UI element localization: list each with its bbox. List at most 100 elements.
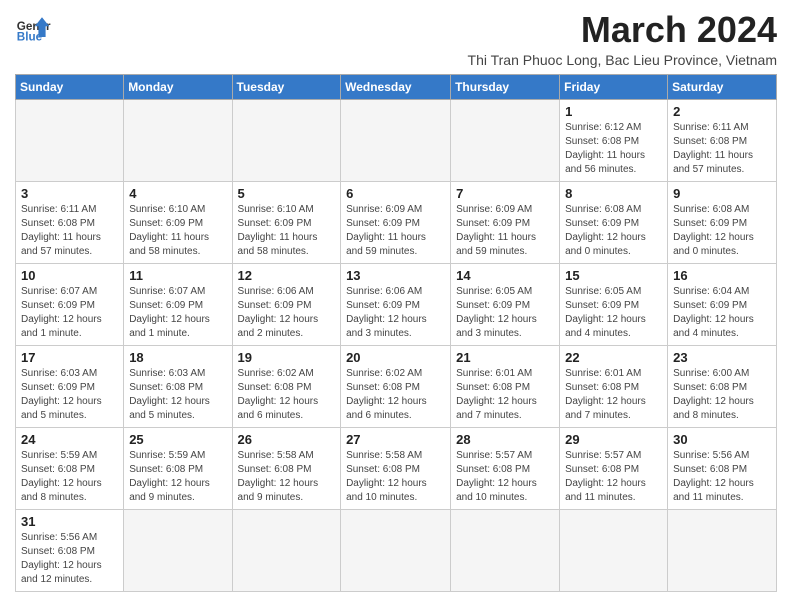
calendar-cell: 17Sunrise: 6:03 AM Sunset: 6:09 PM Dayli… [16, 345, 124, 427]
calendar-cell [451, 509, 560, 591]
calendar-table: SundayMondayTuesdayWednesdayThursdayFrid… [15, 74, 777, 592]
day-info: Sunrise: 5:58 AM Sunset: 6:08 PM Dayligh… [346, 449, 445, 505]
day-number: 7 [456, 186, 554, 201]
day-info: Sunrise: 6:01 AM Sunset: 6:08 PM Dayligh… [565, 367, 662, 423]
day-number: 23 [673, 350, 771, 365]
day-number: 31 [21, 514, 118, 529]
calendar-cell: 24 Sunrise: 5:59 AM Sunset: 6:08 PM Dayli… [16, 427, 124, 509]
day-number: 19 [238, 350, 336, 365]
calendar-cell: 30 Sunrise: 5:56 AM Sunset: 6:08 PM Dayli… [668, 427, 777, 509]
day-info: Sunrise: 6:08 AM Sunset: 6:09 PM Dayligh… [673, 203, 771, 259]
day-number: 15 [565, 268, 662, 283]
calendar-cell: 12Sunrise: 6:06 AM Sunset: 6:09 PM Dayli… [232, 263, 341, 345]
calendar-cell: 11Sunrise: 6:07 AM Sunset: 6:09 PM Dayli… [124, 263, 232, 345]
day-number: 10 [21, 268, 118, 283]
calendar-week-row: 17Sunrise: 6:03 AM Sunset: 6:09 PM Dayli… [16, 345, 777, 427]
day-number: 22 [565, 350, 662, 365]
day-info: Sunrise: 6:11 AM Sunset: 6:08 PM Dayligh… [21, 203, 118, 259]
day-number: 4 [129, 186, 226, 201]
day-info: Sunrise: 6:02 AM Sunset: 6:08 PM Dayligh… [346, 367, 445, 423]
day-info: Sunrise: 6:10 AM Sunset: 6:09 PM Dayligh… [238, 203, 336, 259]
calendar-cell: 20 Sunrise: 6:02 AM Sunset: 6:08 PM Dayli… [341, 345, 451, 427]
calendar-cell [16, 99, 124, 181]
day-info: Sunrise: 6:06 AM Sunset: 6:09 PM Dayligh… [238, 285, 336, 341]
calendar-cell [232, 509, 341, 591]
calendar-cell: 16 Sunrise: 6:04 AM Sunset: 6:09 PM Dayli… [668, 263, 777, 345]
calendar-cell: 5 Sunrise: 6:10 AM Sunset: 6:09 PM Daylig… [232, 181, 341, 263]
logo: General Blue [15, 10, 51, 46]
day-number: 24 [21, 432, 118, 447]
day-number: 26 [238, 432, 336, 447]
day-number: 14 [456, 268, 554, 283]
calendar-cell: 7 Sunrise: 6:09 AM Sunset: 6:09 PM Daylig… [451, 181, 560, 263]
calendar-cell: 29Sunrise: 5:57 AM Sunset: 6:08 PM Dayli… [560, 427, 668, 509]
calendar-cell: 18Sunrise: 6:03 AM Sunset: 6:08 PM Dayli… [124, 345, 232, 427]
day-header-wednesday: Wednesday [341, 74, 451, 99]
day-header-tuesday: Tuesday [232, 74, 341, 99]
calendar-cell: 8Sunrise: 6:08 AM Sunset: 6:09 PM Daylig… [560, 181, 668, 263]
calendar-cell: 13Sunrise: 6:06 AM Sunset: 6:09 PM Dayli… [341, 263, 451, 345]
day-info: Sunrise: 6:07 AM Sunset: 6:09 PM Dayligh… [21, 285, 118, 341]
day-info: Sunrise: 5:59 AM Sunset: 6:08 PM Dayligh… [21, 449, 118, 505]
calendar-cell [668, 509, 777, 591]
day-number: 3 [21, 186, 118, 201]
day-number: 13 [346, 268, 445, 283]
day-header-friday: Friday [560, 74, 668, 99]
day-number: 16 [673, 268, 771, 283]
calendar-cell: 14 Sunrise: 6:05 AM Sunset: 6:09 PM Dayli… [451, 263, 560, 345]
day-info: Sunrise: 6:12 AM Sunset: 6:08 PM Dayligh… [565, 121, 662, 177]
day-info: Sunrise: 6:02 AM Sunset: 6:08 PM Dayligh… [238, 367, 336, 423]
day-info: Sunrise: 6:10 AM Sunset: 6:09 PM Dayligh… [129, 203, 226, 259]
calendar-cell: 26Sunrise: 5:58 AM Sunset: 6:08 PM Dayli… [232, 427, 341, 509]
calendar-cell: 25Sunrise: 5:59 AM Sunset: 6:08 PM Dayli… [124, 427, 232, 509]
day-info: Sunrise: 6:09 AM Sunset: 6:09 PM Dayligh… [456, 203, 554, 259]
day-header-saturday: Saturday [668, 74, 777, 99]
day-info: Sunrise: 6:09 AM Sunset: 6:09 PM Dayligh… [346, 203, 445, 259]
calendar-cell [560, 509, 668, 591]
day-info: Sunrise: 6:00 AM Sunset: 6:08 PM Dayligh… [673, 367, 771, 423]
calendar-cell [451, 99, 560, 181]
day-header-thursday: Thursday [451, 74, 560, 99]
day-number: 9 [673, 186, 771, 201]
calendar-cell: 4 Sunrise: 6:10 AM Sunset: 6:09 PM Daylig… [124, 181, 232, 263]
calendar-cell: 21 Sunrise: 6:01 AM Sunset: 6:08 PM Dayli… [451, 345, 560, 427]
header: General Blue March 2024 Thi Tran Phuoc L… [15, 10, 777, 68]
day-number: 20 [346, 350, 445, 365]
day-number: 25 [129, 432, 226, 447]
calendar-cell: 23 Sunrise: 6:00 AM Sunset: 6:08 PM Dayli… [668, 345, 777, 427]
logo-icon: General Blue [15, 10, 51, 46]
day-number: 5 [238, 186, 336, 201]
calendar-cell: 6 Sunrise: 6:09 AM Sunset: 6:09 PM Daylig… [341, 181, 451, 263]
day-number: 30 [673, 432, 771, 447]
day-number: 11 [129, 268, 226, 283]
day-info: Sunrise: 6:11 AM Sunset: 6:08 PM Dayligh… [673, 121, 771, 177]
calendar-cell: 2 Sunrise: 6:11 AM Sunset: 6:08 PM Daylig… [668, 99, 777, 181]
day-info: Sunrise: 6:05 AM Sunset: 6:09 PM Dayligh… [456, 285, 554, 341]
day-info: Sunrise: 6:08 AM Sunset: 6:09 PM Dayligh… [565, 203, 662, 259]
day-info: Sunrise: 6:04 AM Sunset: 6:09 PM Dayligh… [673, 285, 771, 341]
subtitle: Thi Tran Phuoc Long, Bac Lieu Province, … [468, 52, 777, 68]
day-number: 6 [346, 186, 445, 201]
calendar-cell [341, 99, 451, 181]
day-info: Sunrise: 6:01 AM Sunset: 6:08 PM Dayligh… [456, 367, 554, 423]
day-number: 27 [346, 432, 445, 447]
day-info: Sunrise: 5:57 AM Sunset: 6:08 PM Dayligh… [456, 449, 554, 505]
calendar-cell: 1Sunrise: 6:12 AM Sunset: 6:08 PM Daylig… [560, 99, 668, 181]
day-number: 2 [673, 104, 771, 119]
day-info: Sunrise: 5:56 AM Sunset: 6:08 PM Dayligh… [21, 531, 118, 587]
calendar-cell: 22 Sunrise: 6:01 AM Sunset: 6:08 PM Dayli… [560, 345, 668, 427]
day-number: 21 [456, 350, 554, 365]
calendar-week-row: 24 Sunrise: 5:59 AM Sunset: 6:08 PM Dayli… [16, 427, 777, 509]
day-number: 18 [129, 350, 226, 365]
title-area: March 2024 Thi Tran Phuoc Long, Bac Lieu… [468, 10, 777, 68]
calendar-cell: 27 Sunrise: 5:58 AM Sunset: 6:08 PM Dayli… [341, 427, 451, 509]
day-number: 28 [456, 432, 554, 447]
calendar-week-row: 3 Sunrise: 6:11 AM Sunset: 6:08 PM Daylig… [16, 181, 777, 263]
calendar-cell [124, 509, 232, 591]
calendar-cell: 10 Sunrise: 6:07 AM Sunset: 6:09 PM Dayli… [16, 263, 124, 345]
day-info: Sunrise: 5:56 AM Sunset: 6:08 PM Dayligh… [673, 449, 771, 505]
day-info: Sunrise: 6:05 AM Sunset: 6:09 PM Dayligh… [565, 285, 662, 341]
calendar-cell: 3 Sunrise: 6:11 AM Sunset: 6:08 PM Daylig… [16, 181, 124, 263]
calendar-cell: 31 Sunrise: 5:56 AM Sunset: 6:08 PM Dayli… [16, 509, 124, 591]
calendar-cell [232, 99, 341, 181]
